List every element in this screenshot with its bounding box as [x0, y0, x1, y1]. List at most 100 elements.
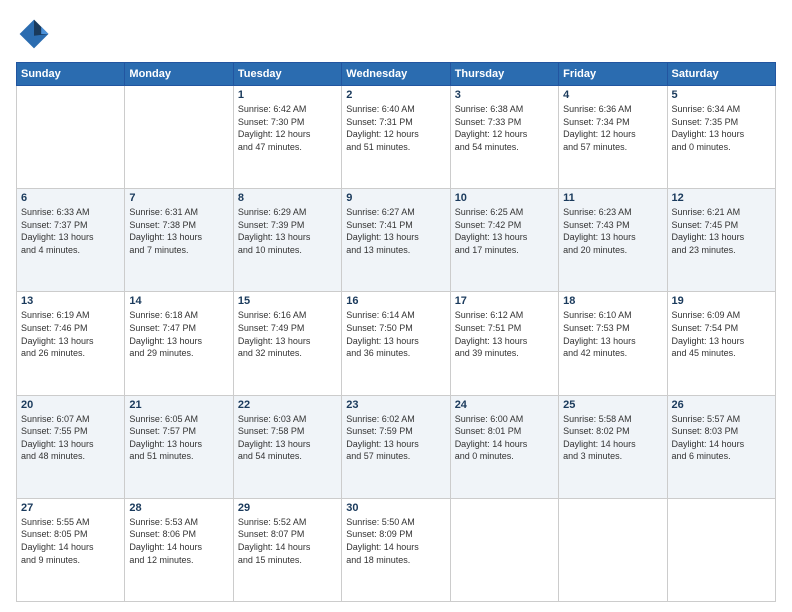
- calendar-cell: 27 Sunrise: 5:55 AM Sunset: 8:05 PM Dayli…: [17, 498, 125, 601]
- day-number: 3: [455, 89, 554, 101]
- day-info: Sunrise: 6:02 AM Sunset: 7:59 PM Dayligh…: [346, 413, 445, 463]
- day-number: 22: [238, 399, 337, 411]
- calendar-cell: 8 Sunrise: 6:29 AM Sunset: 7:39 PM Daylig…: [233, 189, 341, 292]
- day-number: 15: [238, 295, 337, 307]
- week-row-5: 27 Sunrise: 5:55 AM Sunset: 8:05 PM Dayli…: [17, 498, 776, 601]
- calendar-cell: 10 Sunrise: 6:25 AM Sunset: 7:42 PM Dayli…: [450, 189, 558, 292]
- day-number: 27: [21, 502, 120, 514]
- day-info: Sunrise: 5:55 AM Sunset: 8:05 PM Dayligh…: [21, 516, 120, 566]
- calendar-cell: 29 Sunrise: 5:52 AM Sunset: 8:07 PM Dayli…: [233, 498, 341, 601]
- day-number: 18: [563, 295, 662, 307]
- day-info: Sunrise: 6:42 AM Sunset: 7:30 PM Dayligh…: [238, 103, 337, 153]
- day-number: 8: [238, 192, 337, 204]
- calendar-cell: 11 Sunrise: 6:23 AM Sunset: 7:43 PM Dayli…: [559, 189, 667, 292]
- day-info: Sunrise: 6:19 AM Sunset: 7:46 PM Dayligh…: [21, 309, 120, 359]
- day-number: 13: [21, 295, 120, 307]
- day-info: Sunrise: 6:31 AM Sunset: 7:38 PM Dayligh…: [129, 206, 228, 256]
- day-number: 28: [129, 502, 228, 514]
- day-info: Sunrise: 5:57 AM Sunset: 8:03 PM Dayligh…: [672, 413, 771, 463]
- weekday-sunday: Sunday: [17, 63, 125, 86]
- day-number: 9: [346, 192, 445, 204]
- day-info: Sunrise: 5:53 AM Sunset: 8:06 PM Dayligh…: [129, 516, 228, 566]
- calendar-cell: 12Sunrise: 6:21 AM Sunset: 7:45 PM Dayli…: [667, 189, 775, 292]
- day-number: 12: [672, 192, 771, 204]
- calendar-cell: 18 Sunrise: 6:10 AM Sunset: 7:53 PM Dayli…: [559, 292, 667, 395]
- calendar-cell: 1 Sunrise: 6:42 AM Sunset: 7:30 PM Daylig…: [233, 86, 341, 189]
- week-row-4: 20 Sunrise: 6:07 AM Sunset: 7:55 PM Dayli…: [17, 395, 776, 498]
- calendar-cell: 13 Sunrise: 6:19 AM Sunset: 7:46 PM Dayli…: [17, 292, 125, 395]
- day-info: Sunrise: 6:36 AM Sunset: 7:34 PM Dayligh…: [563, 103, 662, 153]
- calendar-cell: 2 Sunrise: 6:40 AM Sunset: 7:31 PM Daylig…: [342, 86, 450, 189]
- day-info: Sunrise: 6:18 AM Sunset: 7:47 PM Dayligh…: [129, 309, 228, 359]
- day-info: Sunrise: 5:50 AM Sunset: 8:09 PM Dayligh…: [346, 516, 445, 566]
- calendar-cell: [17, 86, 125, 189]
- calendar-cell: 22 Sunrise: 6:03 AM Sunset: 7:58 PM Dayli…: [233, 395, 341, 498]
- day-info: Sunrise: 6:23 AM Sunset: 7:43 PM Dayligh…: [563, 206, 662, 256]
- calendar-cell: 23 Sunrise: 6:02 AM Sunset: 7:59 PM Dayli…: [342, 395, 450, 498]
- calendar-table: SundayMondayTuesdayWednesdayThursdayFrid…: [16, 62, 776, 602]
- calendar-cell: 20 Sunrise: 6:07 AM Sunset: 7:55 PM Dayli…: [17, 395, 125, 498]
- weekday-friday: Friday: [559, 63, 667, 86]
- day-info: Sunrise: 6:12 AM Sunset: 7:51 PM Dayligh…: [455, 309, 554, 359]
- day-info: Sunrise: 6:03 AM Sunset: 7:58 PM Dayligh…: [238, 413, 337, 463]
- day-info: Sunrise: 6:38 AM Sunset: 7:33 PM Dayligh…: [455, 103, 554, 153]
- day-number: 7: [129, 192, 228, 204]
- day-number: 5: [672, 89, 771, 101]
- weekday-thursday: Thursday: [450, 63, 558, 86]
- day-number: 11: [563, 192, 662, 204]
- calendar-cell: 7 Sunrise: 6:31 AM Sunset: 7:38 PM Daylig…: [125, 189, 233, 292]
- day-number: 24: [455, 399, 554, 411]
- calendar-cell: 25 Sunrise: 5:58 AM Sunset: 8:02 PM Dayli…: [559, 395, 667, 498]
- day-info: Sunrise: 6:29 AM Sunset: 7:39 PM Dayligh…: [238, 206, 337, 256]
- weekday-saturday: Saturday: [667, 63, 775, 86]
- week-row-2: 6 Sunrise: 6:33 AM Sunset: 7:37 PM Daylig…: [17, 189, 776, 292]
- calendar-cell: [667, 498, 775, 601]
- weekday-header-row: SundayMondayTuesdayWednesdayThursdayFrid…: [17, 63, 776, 86]
- calendar-cell: 15 Sunrise: 6:16 AM Sunset: 7:49 PM Dayli…: [233, 292, 341, 395]
- day-info: Sunrise: 5:52 AM Sunset: 8:07 PM Dayligh…: [238, 516, 337, 566]
- weekday-tuesday: Tuesday: [233, 63, 341, 86]
- calendar-cell: 9 Sunrise: 6:27 AM Sunset: 7:41 PM Daylig…: [342, 189, 450, 292]
- day-info: Sunrise: 5:58 AM Sunset: 8:02 PM Dayligh…: [563, 413, 662, 463]
- day-info: Sunrise: 6:25 AM Sunset: 7:42 PM Dayligh…: [455, 206, 554, 256]
- calendar-cell: 24Sunrise: 6:00 AM Sunset: 8:01 PM Dayli…: [450, 395, 558, 498]
- day-number: 21: [129, 399, 228, 411]
- day-info: Sunrise: 6:33 AM Sunset: 7:37 PM Dayligh…: [21, 206, 120, 256]
- day-number: 23: [346, 399, 445, 411]
- calendar-cell: [125, 86, 233, 189]
- day-number: 2: [346, 89, 445, 101]
- day-number: 1: [238, 89, 337, 101]
- day-info: Sunrise: 6:05 AM Sunset: 7:57 PM Dayligh…: [129, 413, 228, 463]
- header: [16, 16, 776, 52]
- day-info: Sunrise: 6:27 AM Sunset: 7:41 PM Dayligh…: [346, 206, 445, 256]
- calendar-cell: 16Sunrise: 6:14 AM Sunset: 7:50 PM Dayli…: [342, 292, 450, 395]
- day-number: 10: [455, 192, 554, 204]
- calendar-cell: 5 Sunrise: 6:34 AM Sunset: 7:35 PM Daylig…: [667, 86, 775, 189]
- day-number: 14: [129, 295, 228, 307]
- page: SundayMondayTuesdayWednesdayThursdayFrid…: [0, 0, 792, 612]
- day-info: Sunrise: 6:34 AM Sunset: 7:35 PM Dayligh…: [672, 103, 771, 153]
- weekday-monday: Monday: [125, 63, 233, 86]
- calendar-cell: 28 Sunrise: 5:53 AM Sunset: 8:06 PM Dayli…: [125, 498, 233, 601]
- calendar-cell: 21 Sunrise: 6:05 AM Sunset: 7:57 PM Dayli…: [125, 395, 233, 498]
- day-number: 6: [21, 192, 120, 204]
- calendar-cell: [559, 498, 667, 601]
- logo-icon: [16, 16, 52, 52]
- day-info: Sunrise: 6:07 AM Sunset: 7:55 PM Dayligh…: [21, 413, 120, 463]
- day-info: Sunrise: 6:10 AM Sunset: 7:53 PM Dayligh…: [563, 309, 662, 359]
- day-info: Sunrise: 6:40 AM Sunset: 7:31 PM Dayligh…: [346, 103, 445, 153]
- day-number: 20: [21, 399, 120, 411]
- day-number: 29: [238, 502, 337, 514]
- day-number: 19: [672, 295, 771, 307]
- calendar-cell: [450, 498, 558, 601]
- calendar-cell: 17 Sunrise: 6:12 AM Sunset: 7:51 PM Dayli…: [450, 292, 558, 395]
- day-info: Sunrise: 6:09 AM Sunset: 7:54 PM Dayligh…: [672, 309, 771, 359]
- day-number: 17: [455, 295, 554, 307]
- day-number: 26: [672, 399, 771, 411]
- day-number: 16: [346, 295, 445, 307]
- day-number: 25: [563, 399, 662, 411]
- day-info: Sunrise: 6:16 AM Sunset: 7:49 PM Dayligh…: [238, 309, 337, 359]
- week-row-3: 13 Sunrise: 6:19 AM Sunset: 7:46 PM Dayli…: [17, 292, 776, 395]
- calendar-cell: 3 Sunrise: 6:38 AM Sunset: 7:33 PM Daylig…: [450, 86, 558, 189]
- calendar-cell: 30Sunrise: 5:50 AM Sunset: 8:09 PM Dayli…: [342, 498, 450, 601]
